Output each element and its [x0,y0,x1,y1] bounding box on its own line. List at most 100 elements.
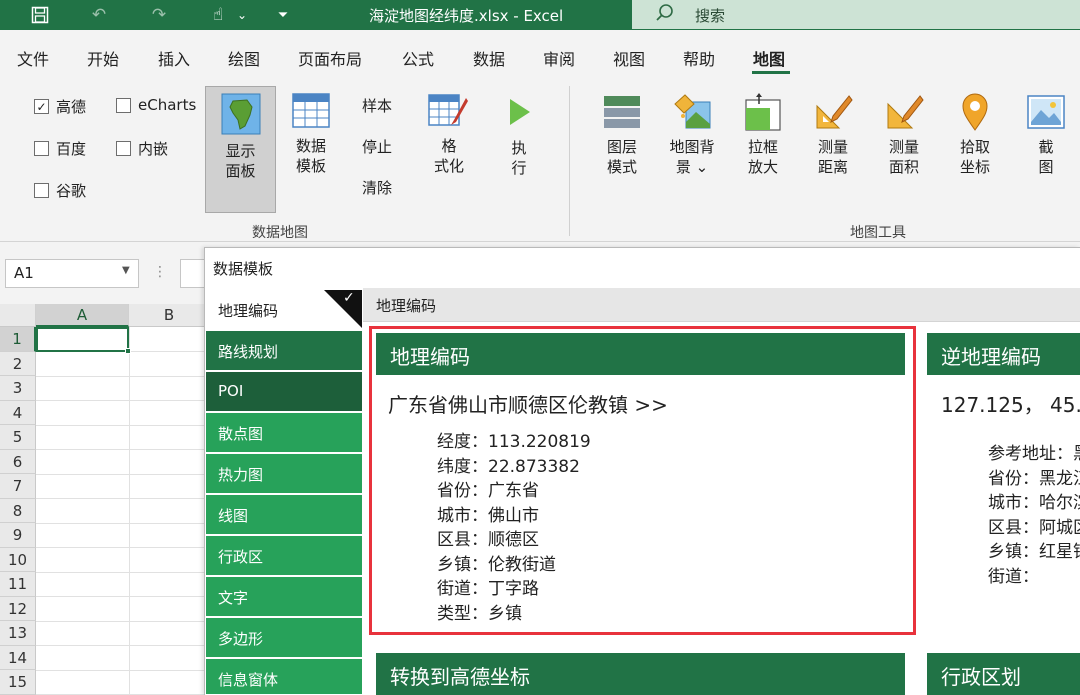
document-title: 海淀地图经纬度.xlsx - Excel [369,7,564,25]
customize-toolbar-icon[interactable]: ⏷ [270,3,296,27]
grid-line [36,498,210,499]
tab-data[interactable]: 数据 [473,46,505,70]
row-header[interactable]: 5 [0,425,36,450]
box-zoom-button[interactable]: 拉框 放大 [742,92,784,177]
reverse-geocode-field: 区县：阿城区 [988,513,1080,538]
row-header[interactable]: 9 [0,523,36,548]
checkbox-baidu[interactable]: 百度 [34,138,86,159]
row-header[interactable]: 6 [0,449,36,474]
reverse-geocode-field: 参考地址：黑 [988,439,1080,464]
active-tab-indicator [752,71,790,74]
row-header[interactable]: 3 [0,376,36,401]
data-template-button[interactable]: 数据 模板 [286,92,336,176]
field-key: 参考地址： [988,444,1073,464]
reverse-geocode-field: 城市：哈尔滨 [988,488,1080,513]
location-pin-icon [962,93,988,131]
stop-button[interactable]: 停止 [362,136,392,157]
select-all-corner[interactable] [0,304,36,327]
sidebar-item-route[interactable]: 路线规划 [206,331,362,371]
field-key: 乡镇： [988,542,1039,562]
reverse-coordinate[interactable]: 127.125， 45. [941,389,1080,418]
touch-mode-icon[interactable]: ☝ [205,3,231,27]
tab-formulas[interactable]: 公式 [402,46,434,70]
field-key: 区县： [988,517,1039,538]
search-placeholder[interactable]: 搜索 [695,5,725,26]
field-key: 省份： [988,468,1039,489]
row-header[interactable]: 7 [0,474,36,499]
sidebar-item-heatmap[interactable]: 热力图 [206,454,362,494]
format-button[interactable]: 格 式化 [425,92,473,176]
africa-map-icon [221,93,260,135]
convert-card-title: 转换到高德坐标 [376,653,905,695]
reverse-geocode-field: 街道： [988,562,1039,587]
checkbox-gaode[interactable]: ✓ 高德 [34,96,86,117]
row-header[interactable]: 12 [0,596,36,621]
row-header[interactable]: 8 [0,498,36,523]
redo-icon[interactable]: ↷ [146,3,172,27]
tab-page-layout[interactable]: 页面布局 [298,46,362,70]
touch-mode-dropdown-icon[interactable]: ⌄ [229,3,255,27]
row-header[interactable]: 15 [0,670,36,695]
box-zoom-icon [745,93,781,131]
row-header[interactable]: 1 [0,327,36,352]
sidebar-item-poi[interactable]: POI [206,372,362,412]
column-header-b[interactable]: B [129,304,210,327]
tab-help[interactable]: 帮助 [683,46,715,70]
grid-line [36,620,210,622]
layers-icon [604,96,640,128]
sample-button[interactable]: 样本 [362,95,392,116]
pick-coordinate-button[interactable]: 拾取 坐标 [954,92,996,177]
undo-icon[interactable]: ↶ [86,3,112,27]
save-icon[interactable] [27,3,53,27]
sidebar-item-line[interactable]: 线图 [206,495,362,535]
row-header[interactable]: 11 [0,572,36,597]
row-header[interactable]: 13 [0,621,36,646]
grid-line [36,596,210,597]
checkbox-echarts[interactable]: eCharts [116,96,196,114]
field-key: 街道： [988,566,1039,587]
picture-icon [1027,95,1065,129]
grid-line [36,449,210,450]
tab-home[interactable]: 开始 [87,46,119,70]
sidebar-item-district[interactable]: 行政区 [206,536,362,576]
tab-view[interactable]: 视图 [613,46,645,70]
name-box[interactable]: A1 [5,259,139,288]
show-panel-button[interactable]: 显示 面板 [205,86,276,213]
highlight-box [369,326,916,635]
tab-review[interactable]: 审阅 [543,46,575,70]
measure-distance-button[interactable]: 测量 距离 [812,92,854,177]
sidebar-item-text[interactable]: 文字 [206,577,362,617]
tab-insert[interactable]: 插入 [158,46,190,70]
grid-line [129,327,130,695]
selected-cell-a1[interactable] [36,327,129,352]
format-table-brush-icon [428,94,468,126]
checkbox-embedded[interactable]: 内嵌 [116,138,168,159]
row-header[interactable]: 14 [0,645,36,670]
content-header: 地理编码 [363,288,1080,322]
ruler-pencil-icon [816,95,853,129]
grid-line [36,473,210,475]
tab-map[interactable]: 地图 [753,46,785,70]
layer-mode-button[interactable]: 图层 模式 [599,92,645,177]
grid-line [36,375,210,377]
execute-button[interactable]: 执 行 [499,95,539,178]
sidebar-item-scatter[interactable]: 散点图 [206,413,362,453]
measure-area-button[interactable]: 测量 面积 [883,92,925,177]
field-value: 黑 [1073,444,1080,464]
reverse-geocode-field: 省份：黑龙江 [988,464,1080,489]
row-header[interactable]: 2 [0,351,36,376]
tab-file[interactable]: 文件 [17,46,49,70]
column-header-a[interactable]: A [36,304,129,327]
sidebar-item-polygon[interactable]: 多边形 [206,618,362,658]
row-header[interactable]: 4 [0,400,36,425]
chevron-down-icon[interactable]: ▼ [122,265,130,276]
map-background-button[interactable]: 地图背 景 ⌄ [666,92,718,177]
screenshot-button[interactable]: 截 图 [1023,92,1069,177]
more-options-icon: ⋮ [153,264,167,280]
clear-button[interactable]: 清除 [362,177,392,198]
tab-draw[interactable]: 绘图 [228,46,260,70]
sidebar-item-info-window[interactable]: 信息窗体 [206,659,362,695]
fill-handle[interactable] [125,348,131,354]
checkbox-google[interactable]: 谷歌 [34,180,86,201]
row-header[interactable]: 10 [0,547,36,572]
